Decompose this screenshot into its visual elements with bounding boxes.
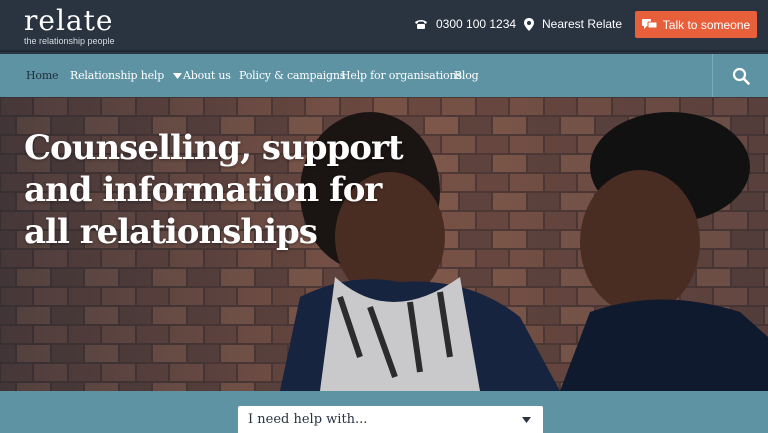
nav-about-us[interactable]: About us	[183, 69, 231, 82]
phone-icon	[415, 19, 427, 29]
logo-tagline: the relationship people	[24, 36, 115, 46]
location-pin-icon	[524, 17, 534, 31]
chat-bubbles-icon	[641, 18, 657, 29]
hero-banner: Counselling, support and information for…	[0, 97, 768, 391]
help-topic-select[interactable]: I need help with...	[238, 406, 543, 433]
nearest-relate-label: Nearest Relate	[542, 17, 623, 31]
search-icon	[732, 67, 750, 85]
nav-relationship-help-label: Relationship help	[70, 69, 165, 82]
main-nav: Home Relationship help About us Policy &…	[0, 54, 768, 97]
talk-to-someone-button[interactable]: Talk to someone	[635, 11, 757, 38]
nav-blog[interactable]: Blog	[454, 69, 479, 82]
top-bar: relate the relationship people 0300 100 …	[0, 0, 768, 52]
nav-home[interactable]: Home	[26, 69, 59, 82]
relate-logo[interactable]: relate the relationship people	[24, 4, 115, 47]
hero-heading: Counselling, support and information for…	[24, 128, 404, 252]
nav-help-for-organisations[interactable]: Help for organisations	[341, 69, 462, 82]
phone-number: 0300 100 1234	[436, 17, 517, 31]
nearest-relate-link[interactable]: Nearest Relate	[524, 17, 622, 31]
nav-relationship-help[interactable]: Relationship help	[70, 69, 183, 82]
help-select-value: I need help with...	[248, 412, 368, 427]
caret-down-icon	[522, 416, 531, 423]
help-bar: I need help with...	[0, 391, 768, 433]
phone-link[interactable]: 0300 100 1234	[414, 17, 516, 31]
talk-button-label: Talk to someone	[662, 17, 751, 32]
logo-wordmark: relate	[24, 4, 114, 37]
search-button[interactable]	[712, 54, 768, 97]
nav-policy-campaigns[interactable]: Policy & campaigns	[239, 69, 345, 82]
chevron-down-icon	[173, 72, 183, 79]
